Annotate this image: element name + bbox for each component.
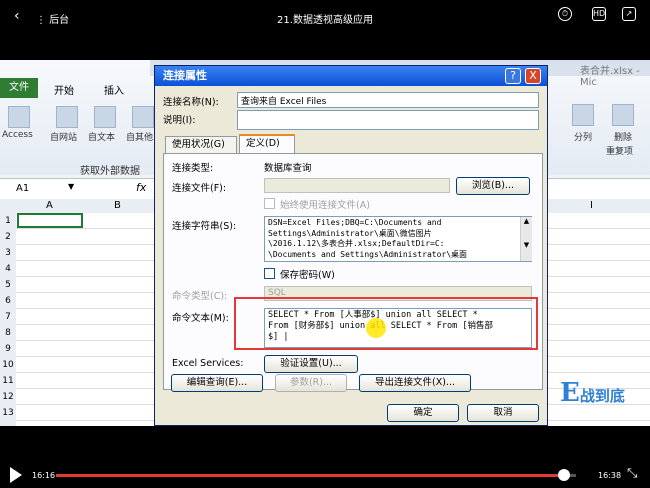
- fullscreen-icon[interactable]: ⤡: [627, 466, 637, 481]
- player-top-bar: ‹ ⋮ 后台 21.数据透视高级应用 ⏱ HD ↗: [0, 0, 650, 34]
- connection-name-label: 连接名称(N):: [163, 97, 219, 108]
- connection-file-label: 连接文件(F):: [172, 183, 227, 194]
- cancel-button[interactable]: 取消: [467, 404, 539, 422]
- row-numbers: 1 2 3 4 5 6 7 8 9 10 11 12 13: [0, 213, 16, 426]
- tab-insert[interactable]: 插入: [104, 82, 124, 97]
- always-use-file-checkbox[interactable]: [264, 198, 275, 209]
- active-cell[interactable]: [17, 213, 83, 228]
- tab-usage[interactable]: 使用状况(G): [165, 136, 237, 153]
- connection-file-field[interactable]: [264, 178, 450, 193]
- connection-string-field[interactable]: DSN=Excel Files;DBQ=C:\Documents and Set…: [264, 216, 532, 262]
- remove-duplicates-icon[interactable]: [612, 104, 634, 126]
- progress-fill: [56, 474, 564, 477]
- share-icon[interactable]: ↗: [622, 7, 636, 21]
- connection-string-label: 连接字符串(S):: [172, 221, 237, 232]
- access-icon[interactable]: [8, 106, 30, 128]
- row-number[interactable]: 2: [0, 229, 16, 245]
- text-icon[interactable]: [94, 106, 116, 128]
- column-i[interactable]: I: [590, 200, 593, 211]
- help-button[interactable]: ?: [505, 68, 521, 84]
- logo-letter: E: [560, 378, 580, 408]
- excel-services-label: Excel Services:: [172, 358, 244, 369]
- cursor-highlight: [366, 318, 386, 338]
- total-time: 16:38: [598, 471, 622, 480]
- row-number[interactable]: 12: [0, 389, 16, 405]
- ribbon-group-label: 获取外部数据: [80, 166, 140, 177]
- row-number[interactable]: 11: [0, 373, 16, 389]
- ribbon-access[interactable]: Access: [2, 130, 33, 140]
- tab-file[interactable]: 文件: [0, 78, 38, 98]
- current-time: 16:16: [32, 471, 56, 480]
- connection-type-value: 数据库查询: [264, 163, 312, 174]
- parameters-button[interactable]: 参数(R)...: [275, 374, 347, 392]
- always-use-file-label: 始终使用连接文件(A): [280, 200, 370, 211]
- save-password-label: 保存密码(W): [280, 270, 335, 281]
- export-connection-file-button[interactable]: 导出连接文件(X)...: [359, 374, 471, 392]
- row-number[interactable]: 4: [0, 261, 16, 277]
- row-number[interactable]: 1: [0, 213, 16, 229]
- command-type-label: 命令类型(C):: [172, 291, 228, 302]
- browse-button[interactable]: 浏览(B)...: [456, 177, 530, 195]
- other-source-icon[interactable]: [132, 106, 154, 128]
- connection-string-line: \2016.1.12\多表合并.xlsx;DefaultDir=C:: [268, 239, 445, 248]
- ribbon-text[interactable]: 自文本: [88, 130, 115, 143]
- ribbon-web[interactable]: 自网站: [50, 130, 77, 143]
- connection-string-line: DSN=Excel Files;DBQ=C:\Documents and: [268, 218, 442, 227]
- row-number[interactable]: 13: [0, 405, 16, 421]
- ribbon-split[interactable]: 分列: [574, 130, 592, 143]
- connection-string-line: Settings\Administrator\桌面\微信图片: [268, 228, 432, 238]
- timer-icon[interactable]: ⏱: [558, 7, 572, 21]
- ribbon-remove[interactable]: 删除: [614, 130, 632, 143]
- play-icon[interactable]: [10, 467, 22, 483]
- row-number[interactable]: 3: [0, 245, 16, 261]
- highlight-box: [234, 297, 538, 350]
- row-number[interactable]: 6: [0, 293, 16, 309]
- connection-properties-dialog: 连接属性 ? X 连接名称(N): 查询来自 Excel Files 说明(I)…: [154, 65, 548, 426]
- progress-handle[interactable]: [557, 469, 570, 481]
- ribbon-other[interactable]: 自其他: [126, 130, 153, 143]
- scrollbar[interactable]: ▲ ▼: [520, 217, 532, 261]
- connection-type-label: 连接类型:: [172, 163, 214, 174]
- row-number[interactable]: 7: [0, 309, 16, 325]
- column-a[interactable]: A: [46, 200, 53, 211]
- hd-icon[interactable]: HD: [592, 7, 606, 21]
- authentication-settings-button[interactable]: 验证设置(U)...: [264, 355, 358, 373]
- connection-string-line: \Documents and Settings\Administrator\桌面: [268, 249, 468, 259]
- row-number[interactable]: 9: [0, 341, 16, 357]
- ok-button[interactable]: 确定: [387, 404, 459, 422]
- fx-icon[interactable]: fx: [136, 181, 146, 194]
- watermark-logo: E战到底: [560, 378, 625, 408]
- row-number[interactable]: 10: [0, 357, 16, 373]
- dialog-title: 连接属性: [155, 66, 547, 86]
- progress-track[interactable]: [56, 474, 576, 477]
- edit-query-button[interactable]: 编辑查询(E)...: [171, 374, 263, 392]
- connection-name-field[interactable]: 查询来自 Excel Files: [237, 92, 539, 108]
- description-field[interactable]: [237, 110, 539, 130]
- tab-start[interactable]: 开始: [54, 82, 74, 97]
- row-number[interactable]: 8: [0, 325, 16, 341]
- command-text-label: 命令文本(M):: [172, 313, 229, 324]
- column-b[interactable]: B: [114, 200, 121, 211]
- player-controls: 16:16 16:38 ⤡: [0, 426, 650, 488]
- name-box-dropdown-icon[interactable]: ▼: [68, 182, 74, 191]
- ribbon-duplicates[interactable]: 重复项: [606, 144, 633, 157]
- save-password-checkbox[interactable]: [264, 268, 275, 279]
- tab-definition[interactable]: 定义(D): [239, 134, 295, 154]
- description-label: 说明(I):: [163, 115, 196, 126]
- logo-text: 战到底: [579, 387, 625, 405]
- video-frame[interactable]: 表合并.xlsx - Mic 文件 开始 插入 Access 自网站 自文本 自…: [0, 60, 650, 426]
- web-icon[interactable]: [56, 106, 78, 128]
- video-title: 21.数据透视高级应用: [277, 15, 373, 26]
- split-column-icon[interactable]: [572, 104, 594, 126]
- definition-panel: 连接类型: 数据库查询 连接文件(F): 浏览(B)... 始终使用连接文件(A…: [163, 153, 543, 390]
- close-button[interactable]: X: [525, 68, 541, 84]
- row-number[interactable]: 5: [0, 277, 16, 293]
